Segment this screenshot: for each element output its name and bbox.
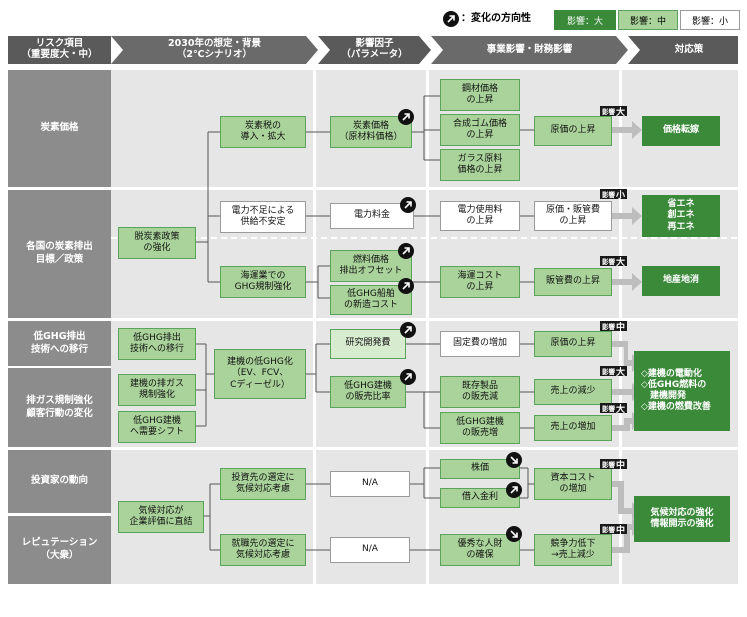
box-climate-eval: 気候対応が 企業評価に直結 — [118, 501, 204, 533]
arrow-down-right-icon — [506, 526, 522, 542]
box-sales-down: 売上の減少 — [534, 379, 612, 405]
impact-badge-low: 影響小 — [600, 189, 628, 201]
box-lowghg-sales-up: 低GHG建機 の販売増 — [440, 412, 520, 444]
box-capital-cost: 資本コスト の増加 — [534, 468, 612, 500]
box-fixed-cost: 固定費の増加 — [440, 331, 520, 357]
box-na-1: N/A — [330, 471, 410, 497]
arrow-up-right-icon — [398, 278, 414, 294]
box-machine-low-ghg: 建機の低GHG化 （EV、FCV、 Cディーゼル） — [214, 349, 306, 399]
impact-badge-high: 影響大 — [600, 256, 628, 268]
box-low-ghg-demand: 低GHG建機 へ需要シフト — [118, 411, 196, 443]
box-rnd-cost: 研究開発費 — [330, 329, 406, 359]
impact-badge-mid: 影響中 — [600, 459, 628, 471]
box-existing-sales: 既存製品 の販売減 — [440, 376, 520, 408]
box-exhaust-reg: 建機の排ガス 規制強化 — [118, 374, 196, 406]
arrow-up-right-icon — [400, 369, 416, 385]
box-cost-rise-2: 原価の上昇 — [534, 331, 612, 357]
impact-badge-mid: 影響中 — [600, 321, 628, 333]
box-power-usage: 電力使用料 の上昇 — [440, 201, 520, 231]
box-shipping-cost: 海運コスト の上昇 — [440, 266, 520, 298]
arrow-up-right-icon — [400, 197, 416, 213]
box-invest-select: 投資先の選定に 気候対応考慮 — [220, 468, 306, 500]
box-energy-save: 省エネ 創エネ 再エネ — [642, 195, 720, 237]
impact-badge-high: 影響大 — [600, 366, 628, 378]
box-carbon-tax: 炭素税の 導入・拡大 — [220, 116, 306, 148]
box-glass-price: ガラス原料 価格の上昇 — [440, 149, 520, 181]
box-electrify: ◇建機の電動化 ◇低GHG燃料の 建機開発 ◇建機の燃費改善 — [634, 351, 730, 431]
box-price-pass: 価格転嫁 — [642, 116, 720, 146]
box-decarb-policy: 脱炭素政策 の強化 — [118, 227, 196, 259]
box-steel-price: 鋼材価格 の上昇 — [440, 79, 520, 111]
box-sga-rise: 販管費の上昇 — [534, 268, 612, 296]
box-job-select: 就職先の選定に 気候対応考慮 — [220, 534, 306, 566]
box-sales-up: 売上の増加 — [534, 415, 612, 441]
impact-badge-high: 影響大 — [600, 106, 628, 118]
arrow-up-right-icon — [400, 322, 416, 338]
impact-badge-mid: 影響中 — [600, 524, 628, 536]
box-disclosure: 気候対応の強化 情報開示の強化 — [634, 496, 730, 542]
arrow-up-right-icon — [506, 482, 522, 498]
box-competitiveness: 競争力低下 →売上減少 — [534, 534, 612, 566]
impact-badge-high: 影響大 — [600, 403, 628, 415]
box-na-2: N/A — [330, 537, 410, 563]
box-local-prod: 地産地消 — [642, 266, 720, 296]
arrow-up-right-icon — [398, 109, 414, 125]
box-shipping-ghg: 海運業での GHG規制強化 — [220, 266, 306, 298]
box-power-shortage: 電力不足による 供給不安定 — [220, 201, 306, 233]
box-cost-sga-rise: 原価・販管費 の上昇 — [534, 201, 612, 231]
box-rubber-price: 合成ゴム価格 の上昇 — [440, 114, 520, 146]
box-cost-rise-1: 原価の上昇 — [534, 116, 612, 146]
box-low-ghg-exhaust: 低GHG排出 技術への移行 — [118, 328, 196, 360]
arrow-down-right-icon — [506, 452, 522, 468]
arrow-up-right-icon — [398, 243, 414, 259]
box-low-ghg-sales: 低GHG建機 の販売比率 — [330, 376, 406, 408]
